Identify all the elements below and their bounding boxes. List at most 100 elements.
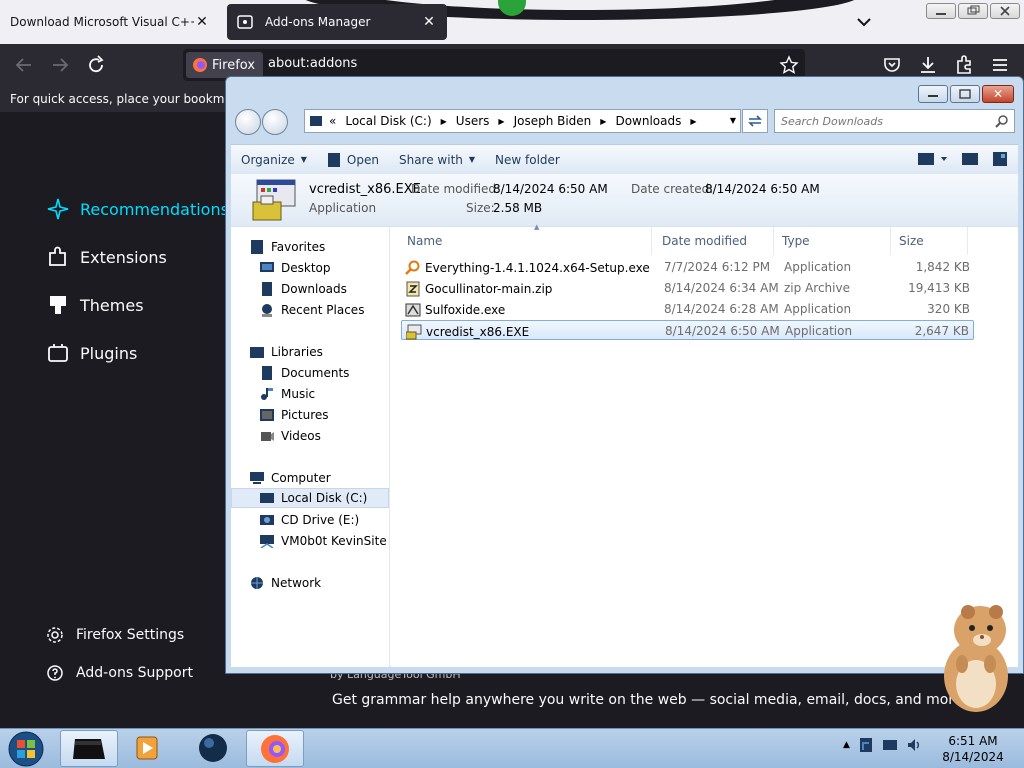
nav-libraries[interactable]: Libraries xyxy=(249,342,323,362)
category-extensions[interactable]: Extensions xyxy=(46,242,167,272)
category-label: Extensions xyxy=(80,247,167,267)
back-button[interactable] xyxy=(235,109,261,135)
firefox-settings-link[interactable]: Firefox Settings xyxy=(46,626,184,644)
taskbar-explorer[interactable] xyxy=(60,730,118,767)
identity-box[interactable]: Firefox xyxy=(186,52,264,78)
extensions-icon[interactable] xyxy=(952,53,976,77)
breadcrumb-local-disk[interactable]: Local Disk (C:) xyxy=(345,114,431,128)
close-button[interactable]: ✕ xyxy=(982,85,1014,103)
addons-support-link[interactable]: Add-ons Support xyxy=(46,664,193,682)
tab-download-vcpp[interactable]: Download Microsoft Visual C++ 20( ✕ xyxy=(0,4,220,40)
explorer-window: ✕ « Local Disk (C:) ▶ Users ▶ Joseph Bid… xyxy=(225,76,1024,674)
change-view-icon[interactable] xyxy=(918,152,948,166)
pocket-icon[interactable] xyxy=(880,53,904,77)
open-button[interactable]: Open xyxy=(317,145,389,174)
file-name: vcredist_x86.EXE xyxy=(426,325,530,339)
network-status-icon[interactable] xyxy=(882,737,898,753)
close-tab-icon[interactable]: ✕ xyxy=(194,14,210,30)
star-icon[interactable] xyxy=(779,55,799,75)
libraries-icon xyxy=(250,347,264,358)
breadcrumb-joseph-biden[interactable]: Joseph Biden xyxy=(514,114,592,128)
column-label: Name xyxy=(407,234,443,248)
category-recommendations[interactable]: Recommendations xyxy=(46,194,229,224)
refresh-button[interactable] xyxy=(742,109,768,133)
nav-network-drive[interactable]: VM0b0t KevinSite xyxy=(259,531,387,551)
new-folder-button[interactable]: New folder xyxy=(485,145,570,174)
file-row[interactable]: Gocullinator-main.zip 8/14/2024 6:34 AM … xyxy=(401,278,974,298)
close-icon: ✕ xyxy=(992,87,1004,101)
column-type[interactable]: Type xyxy=(774,227,891,255)
breadcrumb-arrow-icon[interactable]: ▶ xyxy=(498,117,504,126)
addon-description: Get grammar help anywhere you write on t… xyxy=(332,692,967,708)
nav-cd-drive[interactable]: CD Drive (E:) xyxy=(259,510,359,530)
date-modified-value: 8/14/2024 6:50 AM xyxy=(493,182,608,196)
nav-recent-places[interactable]: Recent Places xyxy=(259,300,364,320)
column-size[interactable]: Size xyxy=(891,227,968,255)
action-center-icon[interactable] xyxy=(858,737,874,753)
breadcrumb-downloads[interactable]: Downloads xyxy=(615,114,681,128)
nav-downloads[interactable]: Downloads xyxy=(259,279,347,299)
minimize-button[interactable] xyxy=(926,3,956,19)
search-icon[interactable] xyxy=(995,114,1009,128)
category-plugins[interactable]: Plugins xyxy=(46,338,137,368)
share-with-button[interactable]: Share with ▼ xyxy=(389,145,485,174)
nav-pictures[interactable]: Pictures xyxy=(259,405,329,425)
help-icon[interactable] xyxy=(992,151,1008,167)
hamburger-menu-icon[interactable] xyxy=(988,53,1012,77)
downloads-icon[interactable] xyxy=(916,53,940,77)
nav-network[interactable]: Network xyxy=(249,573,321,593)
hamster-desktop-pet[interactable] xyxy=(932,598,1016,714)
volume-icon[interactable] xyxy=(906,737,922,753)
close-tab-icon[interactable]: ✕ xyxy=(421,14,437,30)
start-button[interactable] xyxy=(6,730,46,768)
column-headers: Name ▲ Date modified Type Size xyxy=(391,223,1018,255)
file-row[interactable]: Sulfoxide.exe 8/14/2024 6:28 AM Applicat… xyxy=(401,299,974,319)
nav-computer[interactable]: Computer xyxy=(249,468,331,488)
nav-videos[interactable]: Videos xyxy=(259,426,321,446)
show-hidden-icons-icon[interactable]: ▲ xyxy=(843,740,850,750)
nav-music[interactable]: Music xyxy=(259,384,315,404)
nav-label: Computer xyxy=(271,471,331,485)
address-bar[interactable]: « Local Disk (C:) ▶ Users ▶ Joseph Biden… xyxy=(304,109,741,133)
network-drive-icon xyxy=(260,535,274,548)
forward-button[interactable] xyxy=(262,109,288,135)
taskbar-network-app[interactable] xyxy=(184,730,242,767)
organize-button[interactable]: Organize ▼ xyxy=(231,145,317,174)
restore-button[interactable] xyxy=(958,3,988,19)
category-themes[interactable]: Themes xyxy=(46,290,144,320)
nav-documents[interactable]: Documents xyxy=(259,363,349,383)
url-text[interactable]: about:addons xyxy=(268,56,357,71)
breadcrumb-arrow-icon[interactable]: ▶ xyxy=(600,117,606,126)
breadcrumb-arrow-icon[interactable]: ▶ xyxy=(441,117,447,126)
taskbar-media-player[interactable] xyxy=(118,730,176,767)
breadcrumb-overflow[interactable]: « xyxy=(329,114,336,128)
maximize-button[interactable] xyxy=(950,85,980,103)
minimize-button[interactable] xyxy=(918,85,948,103)
breadcrumb-users[interactable]: Users xyxy=(456,114,490,128)
nav-desktop[interactable]: Desktop xyxy=(259,258,331,278)
music-icon xyxy=(261,388,273,400)
column-date-modified[interactable]: Date modified xyxy=(654,227,774,255)
back-arrow-icon[interactable] xyxy=(12,53,36,77)
close-button[interactable] xyxy=(990,3,1020,19)
new-folder-label: New folder xyxy=(495,152,560,167)
system-clock[interactable]: 6:51 AM 8/14/2024 xyxy=(936,733,1010,765)
nav-local-disk[interactable]: Local Disk (C:) xyxy=(231,488,389,508)
breadcrumb-arrow-icon[interactable]: ▶ xyxy=(690,117,696,126)
file-name: Sulfoxide.exe xyxy=(425,303,506,317)
tab-addons-manager[interactable]: Add-ons Manager ✕ xyxy=(227,4,447,40)
chevron-down-icon[interactable] xyxy=(852,10,876,34)
column-name[interactable]: Name ▲ xyxy=(399,223,652,255)
nav-label: Desktop xyxy=(281,261,331,275)
nav-favorites[interactable]: Favorites xyxy=(249,237,325,257)
reload-icon[interactable] xyxy=(84,53,108,77)
preview-pane-icon[interactable] xyxy=(962,152,978,166)
taskbar-firefox[interactable] xyxy=(246,730,304,767)
search-box[interactable] xyxy=(774,109,1015,133)
file-row[interactable]: Everything-1.4.1.1024.x64-Setup.exe 7/7/… xyxy=(401,257,974,277)
file-row-selected[interactable]: vcredist_x86.EXE 8/14/2024 6:50 AM Appli… xyxy=(401,320,974,340)
forward-arrow-icon[interactable] xyxy=(48,53,72,77)
search-input[interactable] xyxy=(781,111,991,131)
address-dropdown-icon[interactable]: ▼ xyxy=(730,116,736,125)
folder-icon xyxy=(310,116,322,126)
